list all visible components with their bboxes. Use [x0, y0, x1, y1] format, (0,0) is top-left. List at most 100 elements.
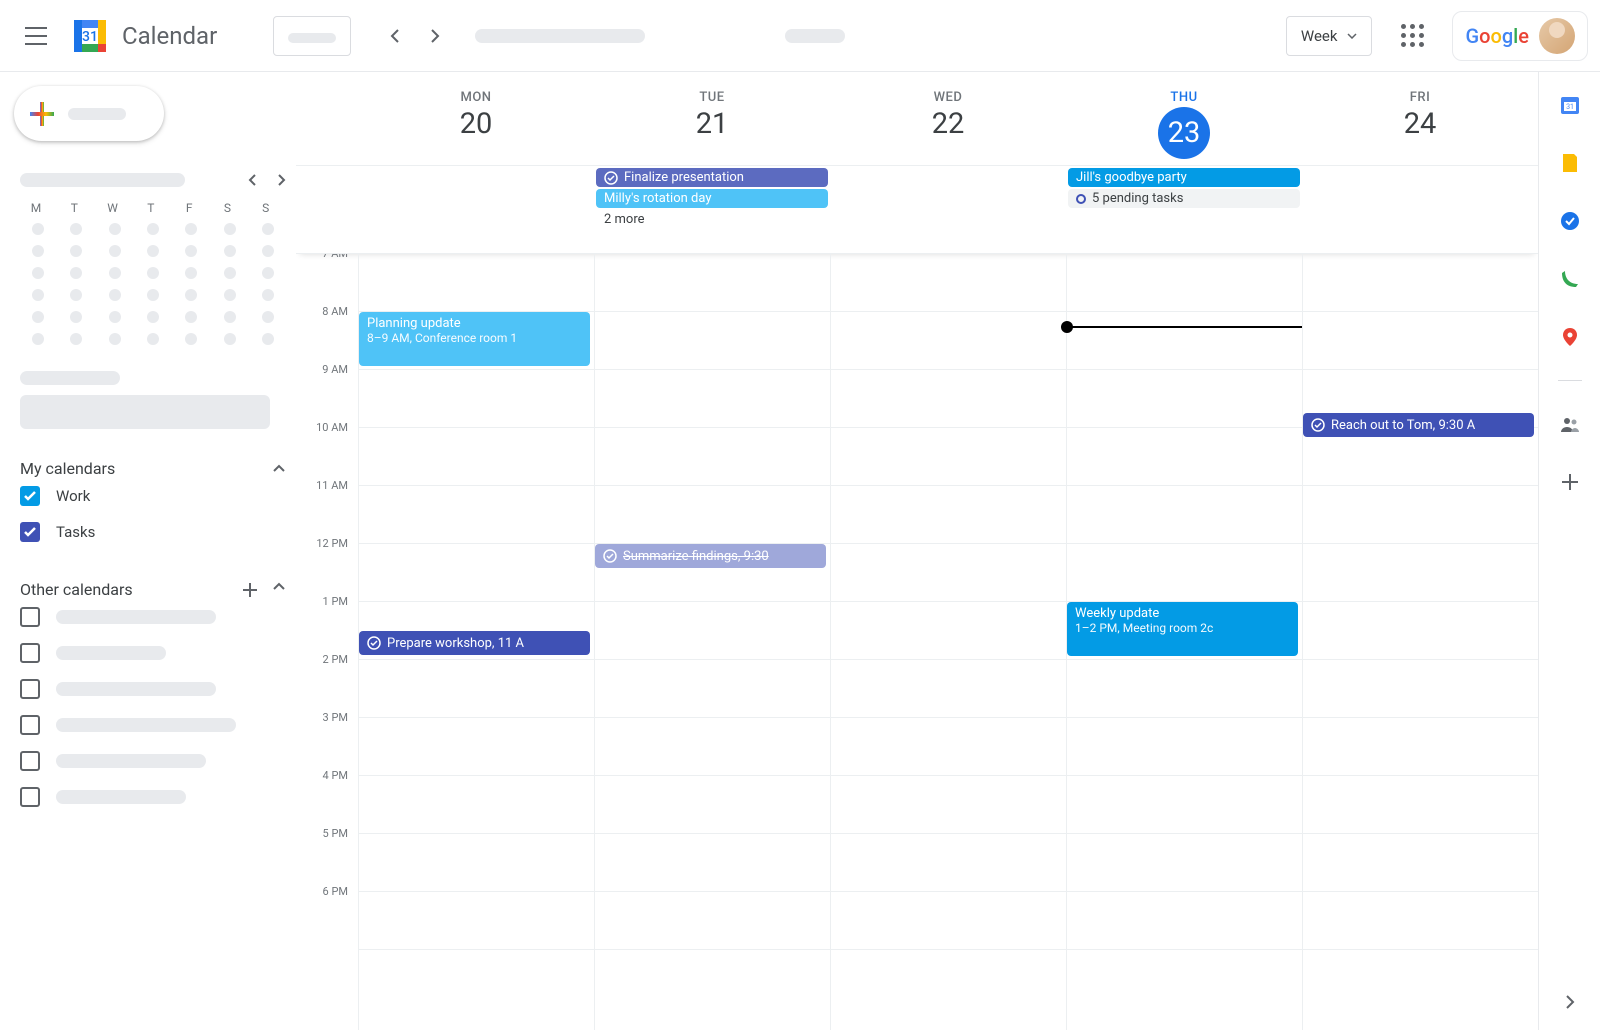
tasks-app-icon[interactable]	[1559, 210, 1581, 232]
hour-cell[interactable]	[1067, 834, 1302, 892]
checkbox-empty-icon[interactable]	[20, 607, 40, 627]
checkbox-empty-icon[interactable]	[20, 751, 40, 771]
mini-day-cell[interactable]	[109, 223, 121, 235]
hour-cell[interactable]	[831, 718, 1066, 776]
mini-day-cell[interactable]	[70, 267, 82, 279]
mini-day-cell[interactable]	[262, 223, 274, 235]
allday-event[interactable]: Finalize presentation	[596, 168, 828, 187]
allday-tue[interactable]: Finalize presentation Milly's rotation d…	[594, 166, 830, 253]
checkbox-empty-icon[interactable]	[20, 643, 40, 663]
add-addon-icon[interactable]	[1559, 471, 1581, 493]
hour-cell[interactable]	[831, 834, 1066, 892]
mini-day-cell[interactable]	[185, 311, 197, 323]
hour-cell[interactable]	[1303, 254, 1538, 312]
mini-day-cell[interactable]	[185, 223, 197, 235]
view-selector[interactable]: Week	[1286, 16, 1373, 56]
mini-day-cell[interactable]	[224, 333, 236, 345]
mini-day-cell[interactable]	[185, 245, 197, 257]
hour-cell[interactable]	[595, 428, 830, 486]
hour-cell[interactable]	[831, 254, 1066, 312]
mini-day-cell[interactable]	[109, 289, 121, 301]
mini-day-cell[interactable]	[32, 311, 44, 323]
other-calendar-item[interactable]	[14, 743, 292, 779]
mini-day-cell[interactable]	[32, 245, 44, 257]
hour-cell[interactable]	[595, 834, 830, 892]
other-calendar-item[interactable]	[14, 635, 292, 671]
hour-cell[interactable]	[1067, 718, 1302, 776]
checkbox-empty-icon[interactable]	[20, 715, 40, 735]
allday-fri[interactable]	[1302, 166, 1538, 253]
mini-day-cell[interactable]	[32, 289, 44, 301]
day-header-fri[interactable]: FRI24	[1302, 72, 1538, 165]
other-calendar-item[interactable]	[14, 599, 292, 635]
day-column-fri[interactable]: Reach out to Tom, 9:30 A	[1302, 254, 1538, 1030]
hour-cell[interactable]	[831, 544, 1066, 602]
allday-thu[interactable]: Jill's goodbye party 5 pending tasks	[1066, 166, 1302, 253]
mini-day-cell[interactable]	[109, 311, 121, 323]
other-calendars-header[interactable]: Other calendars	[14, 580, 292, 599]
hour-cell[interactable]	[831, 602, 1066, 660]
mini-day-cell[interactable]	[262, 311, 274, 323]
mini-day-cell[interactable]	[185, 267, 197, 279]
mini-day-cell[interactable]	[70, 289, 82, 301]
hour-cell[interactable]	[1303, 660, 1538, 718]
other-calendar-item[interactable]	[14, 707, 292, 743]
mini-day-cell[interactable]	[109, 267, 121, 279]
my-calendars-header[interactable]: My calendars	[14, 459, 292, 478]
hour-cell[interactable]	[359, 834, 594, 892]
hour-cell[interactable]	[1303, 892, 1538, 950]
hour-cell[interactable]	[595, 602, 830, 660]
hour-cell[interactable]	[359, 718, 594, 776]
plus-icon[interactable]	[242, 582, 258, 598]
mini-day-cell[interactable]	[224, 245, 236, 257]
day-header-thu[interactable]: THU23	[1066, 72, 1302, 165]
mini-prev-icon[interactable]	[248, 173, 257, 187]
calendar-app-icon[interactable]: 31	[1559, 94, 1581, 116]
hour-cell[interactable]	[359, 776, 594, 834]
hour-cell[interactable]	[1067, 544, 1302, 602]
mini-day-cell[interactable]	[262, 267, 274, 279]
allday-event[interactable]: Jill's goodbye party	[1068, 168, 1300, 187]
mini-day-cell[interactable]	[147, 289, 159, 301]
mini-day-cell[interactable]	[147, 223, 159, 235]
hour-cell[interactable]	[595, 486, 830, 544]
checkbox-empty-icon[interactable]	[20, 787, 40, 807]
mini-day-cell[interactable]	[224, 223, 236, 235]
mini-day-cell[interactable]	[147, 311, 159, 323]
hour-cell[interactable]	[831, 486, 1066, 544]
day-column-thu[interactable]: Weekly update 1–2 PM, Meeting room 2c	[1066, 254, 1302, 1030]
keep-app-icon[interactable]	[1559, 152, 1581, 174]
allday-event[interactable]: Milly's rotation day	[596, 189, 828, 208]
event-summarize-findings[interactable]: Summarize findings, 9:30	[595, 544, 826, 568]
hour-cell[interactable]	[595, 370, 830, 428]
next-week-button[interactable]	[415, 16, 455, 56]
hour-cell[interactable]	[359, 254, 594, 312]
hour-cell[interactable]	[1303, 602, 1538, 660]
event-planning-update[interactable]: Planning update 8–9 AM, Conference room …	[359, 312, 590, 366]
mini-day-cell[interactable]	[32, 333, 44, 345]
more-events-link[interactable]: 2 more	[596, 210, 828, 229]
hour-cell[interactable]	[1303, 776, 1538, 834]
calendar-item-tasks[interactable]: Tasks	[14, 514, 292, 550]
checkbox-checked-icon[interactable]	[20, 522, 40, 542]
hour-cell[interactable]	[1303, 312, 1538, 370]
allday-mon[interactable]	[358, 166, 594, 253]
hour-cell[interactable]	[359, 892, 594, 950]
pending-tasks-chip[interactable]: 5 pending tasks	[1068, 189, 1300, 208]
maps-app-icon[interactable]	[1559, 326, 1581, 348]
hour-cell[interactable]	[1067, 370, 1302, 428]
hour-cell[interactable]	[359, 486, 594, 544]
allday-wed[interactable]	[830, 166, 1066, 253]
hour-cell[interactable]	[1067, 660, 1302, 718]
mini-day-cell[interactable]	[70, 245, 82, 257]
mini-day-cell[interactable]	[70, 311, 82, 323]
day-column-tue[interactable]: Summarize findings, 9:30	[594, 254, 830, 1030]
apps-launcher-button[interactable]	[1388, 12, 1436, 60]
hour-cell[interactable]	[831, 370, 1066, 428]
hour-cell[interactable]	[359, 428, 594, 486]
main-menu-button[interactable]	[12, 12, 60, 60]
hour-cell[interactable]	[1303, 834, 1538, 892]
day-header-tue[interactable]: TUE21	[594, 72, 830, 165]
mini-day-cell[interactable]	[109, 245, 121, 257]
hour-cell[interactable]	[359, 660, 594, 718]
